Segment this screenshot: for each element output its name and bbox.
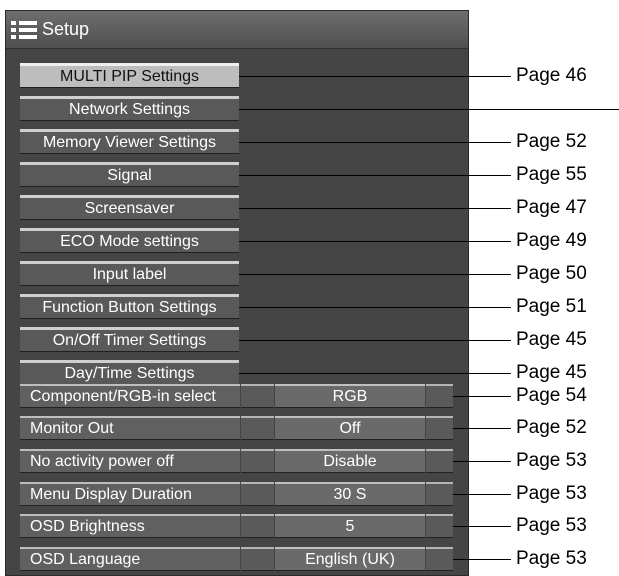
setting-value-4[interactable]: 5 [275,514,425,538]
setting-end-cap [426,514,453,538]
window-title: Setup [42,19,90,39]
setting-label-5: OSD Language [20,547,240,571]
setting-label-4: OSD Brightness [20,514,240,538]
leader-line [239,274,511,275]
menu-button-8[interactable]: On/Off Timer Settings [20,327,239,352]
menu-button-6[interactable]: Input label [20,261,239,286]
leader-line [453,396,511,397]
setting-value-3[interactable]: 30 S [275,482,425,506]
leader-line [239,307,511,308]
page-reference: Page 45 [516,329,587,350]
setting-value-5[interactable]: English (UK) [275,547,425,571]
menu-button-4[interactable]: Screensaver [20,195,239,220]
setting-end-cap [426,416,453,440]
setting-divider [241,384,274,408]
leader-line [453,526,511,527]
leader-line [453,559,511,560]
page-reference: Page 53 [516,548,587,569]
title-bar: Setup [6,11,468,49]
setting-divider [241,482,274,506]
page-reference: Page 53 [516,450,587,471]
leader-line [239,208,511,209]
page-reference: Page 49 [516,230,587,251]
setting-divider [241,449,274,473]
page-reference: Page 53 [516,515,587,536]
setting-label-3: Menu Display Duration [20,482,240,506]
setting-value-1[interactable]: Off [275,416,425,440]
page-reference: Page 47 [516,197,587,218]
setting-divider [241,514,274,538]
setting-value-2[interactable]: Disable [275,449,425,473]
setting-label-1: Monitor Out [20,416,240,440]
page-reference: Page 55 [516,164,587,185]
page-reference: Page 54 [516,385,587,406]
leader-line [239,142,511,143]
leader-line [239,175,511,176]
page-reference: Page 45 [516,362,587,383]
menu-button-0[interactable]: MULTI PIP Settings [20,63,239,88]
menu-button-9[interactable]: Day/Time Settings [20,360,239,385]
setting-end-cap [426,547,453,571]
menu-button-7[interactable]: Function Button Settings [20,294,239,319]
leader-line [239,241,511,242]
leader-line [239,76,511,77]
setting-label-2: No activity power off [20,449,240,473]
menu-button-1[interactable]: Network Settings [20,96,239,121]
leader-line [453,461,511,462]
menu-button-3[interactable]: Signal [20,162,239,187]
menu-list-icon [11,19,37,41]
page-reference: Page 52 [516,417,587,438]
leader-line [453,494,511,495]
setting-divider [241,547,274,571]
page-reference: Page 50 [516,263,587,284]
page-reference: Page 53 [516,483,587,504]
setting-end-cap [426,384,453,408]
setting-end-cap [426,449,453,473]
leader-line [239,340,511,341]
page-reference: Page 46 [516,65,587,86]
leader-line [453,428,511,429]
leader-line [239,109,619,110]
menu-button-5[interactable]: ECO Mode settings [20,228,239,253]
setting-value-0[interactable]: RGB [275,384,425,408]
menu-button-2[interactable]: Memory Viewer Settings [20,129,239,154]
setting-divider [241,416,274,440]
setting-end-cap [426,482,453,506]
page-reference: Page 52 [516,131,587,152]
setting-label-0: Component/RGB-in select [20,384,240,408]
page-reference: Page 51 [516,296,587,317]
leader-line [239,373,511,374]
